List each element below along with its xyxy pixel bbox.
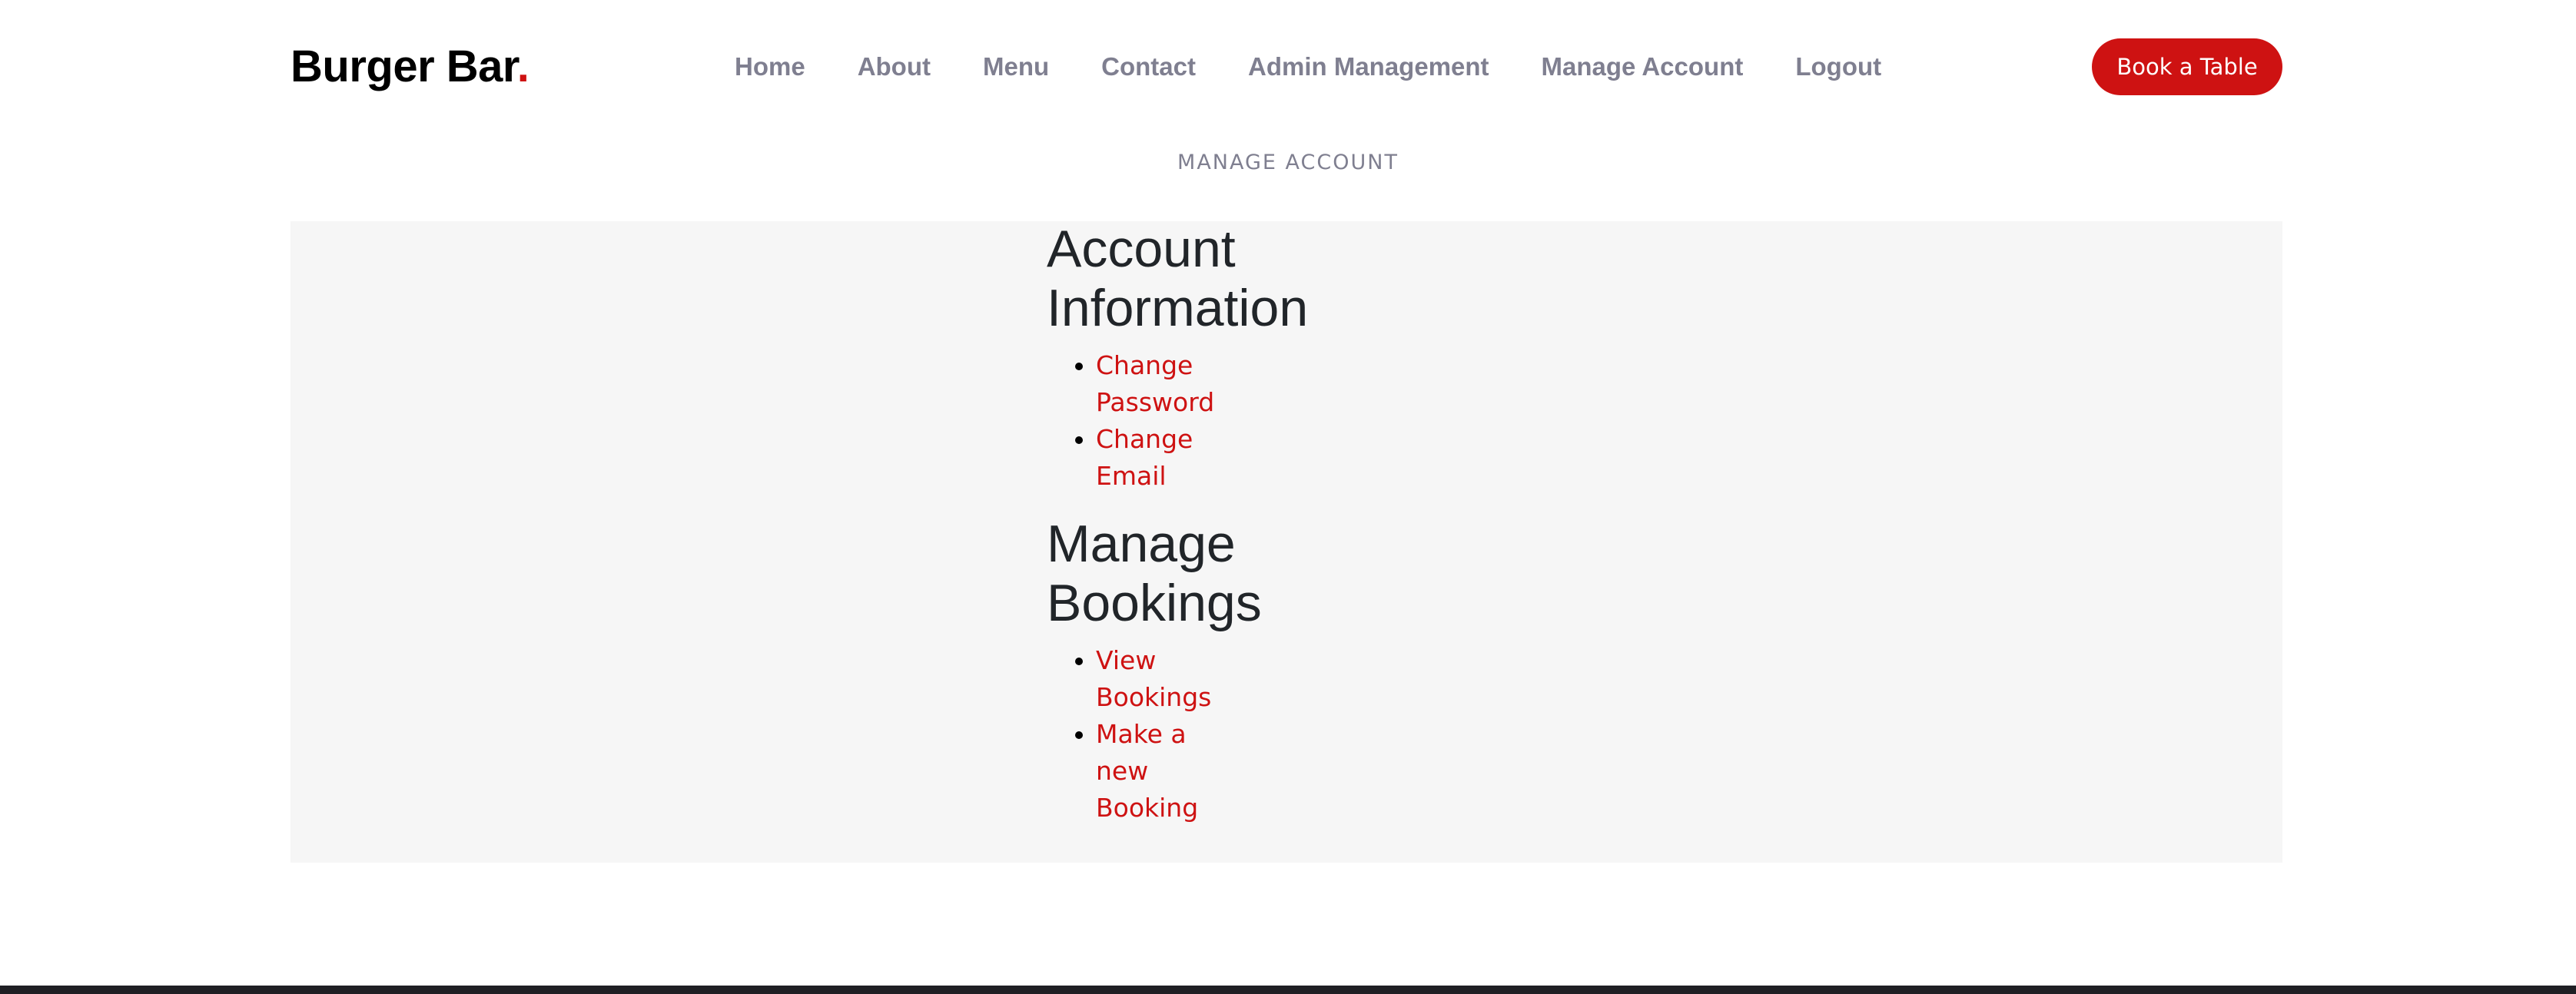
site-header: Burger Bar. Home About Menu Contact Admi… <box>0 0 2576 132</box>
manage-bookings-heading: Manage Bookings <box>1047 515 1262 632</box>
logo-text: Burger Bar <box>290 41 517 91</box>
bookings-links-list: View Bookings Make a new Booking <box>1047 642 1247 827</box>
nav-link-contact[interactable]: Contact <box>1101 52 1196 81</box>
make-new-booking-link[interactable]: Make a new Booking <box>1096 719 1198 823</box>
change-email-link[interactable]: Change Email <box>1096 424 1193 491</box>
nav-link-menu[interactable]: Menu <box>983 52 1049 81</box>
site-logo[interactable]: Burger Bar. <box>290 37 529 97</box>
nav-link-about[interactable]: About <box>858 52 931 81</box>
book-a-table-button[interactable]: Book a Table <box>2092 38 2282 95</box>
main-nav: Home About Menu Contact Admin Management… <box>735 46 1881 88</box>
view-bookings-link[interactable]: View Bookings <box>1096 645 1211 712</box>
logo-dot: . <box>516 41 529 91</box>
nav-link-home[interactable]: Home <box>735 52 805 81</box>
account-links-list: Change Password Change Email <box>1047 347 1247 495</box>
list-item: Change Password <box>1096 347 1247 421</box>
nav-link-manage-account[interactable]: Manage Account <box>1542 52 1744 81</box>
list-item: View Bookings <box>1096 642 1247 716</box>
nav-link-admin-management[interactable]: Admin Management <box>1248 52 1489 81</box>
nav-link-logout[interactable]: Logout <box>1795 52 1881 81</box>
change-password-link[interactable]: Change Password <box>1096 350 1214 417</box>
footer-bar <box>0 986 2576 994</box>
section-title: Manage Account <box>1177 151 1399 174</box>
list-item: Make a new Booking <box>1096 716 1247 827</box>
list-item: Change Email <box>1096 421 1247 495</box>
account-menu: Account Information Change Password Chan… <box>1047 220 1339 827</box>
account-information-heading: Account Information <box>1047 220 1309 337</box>
